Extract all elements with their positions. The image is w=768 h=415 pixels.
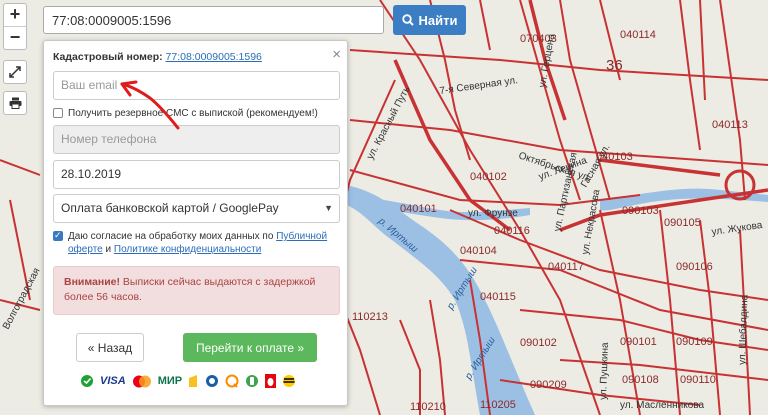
annotation-arrow bbox=[120, 80, 180, 130]
